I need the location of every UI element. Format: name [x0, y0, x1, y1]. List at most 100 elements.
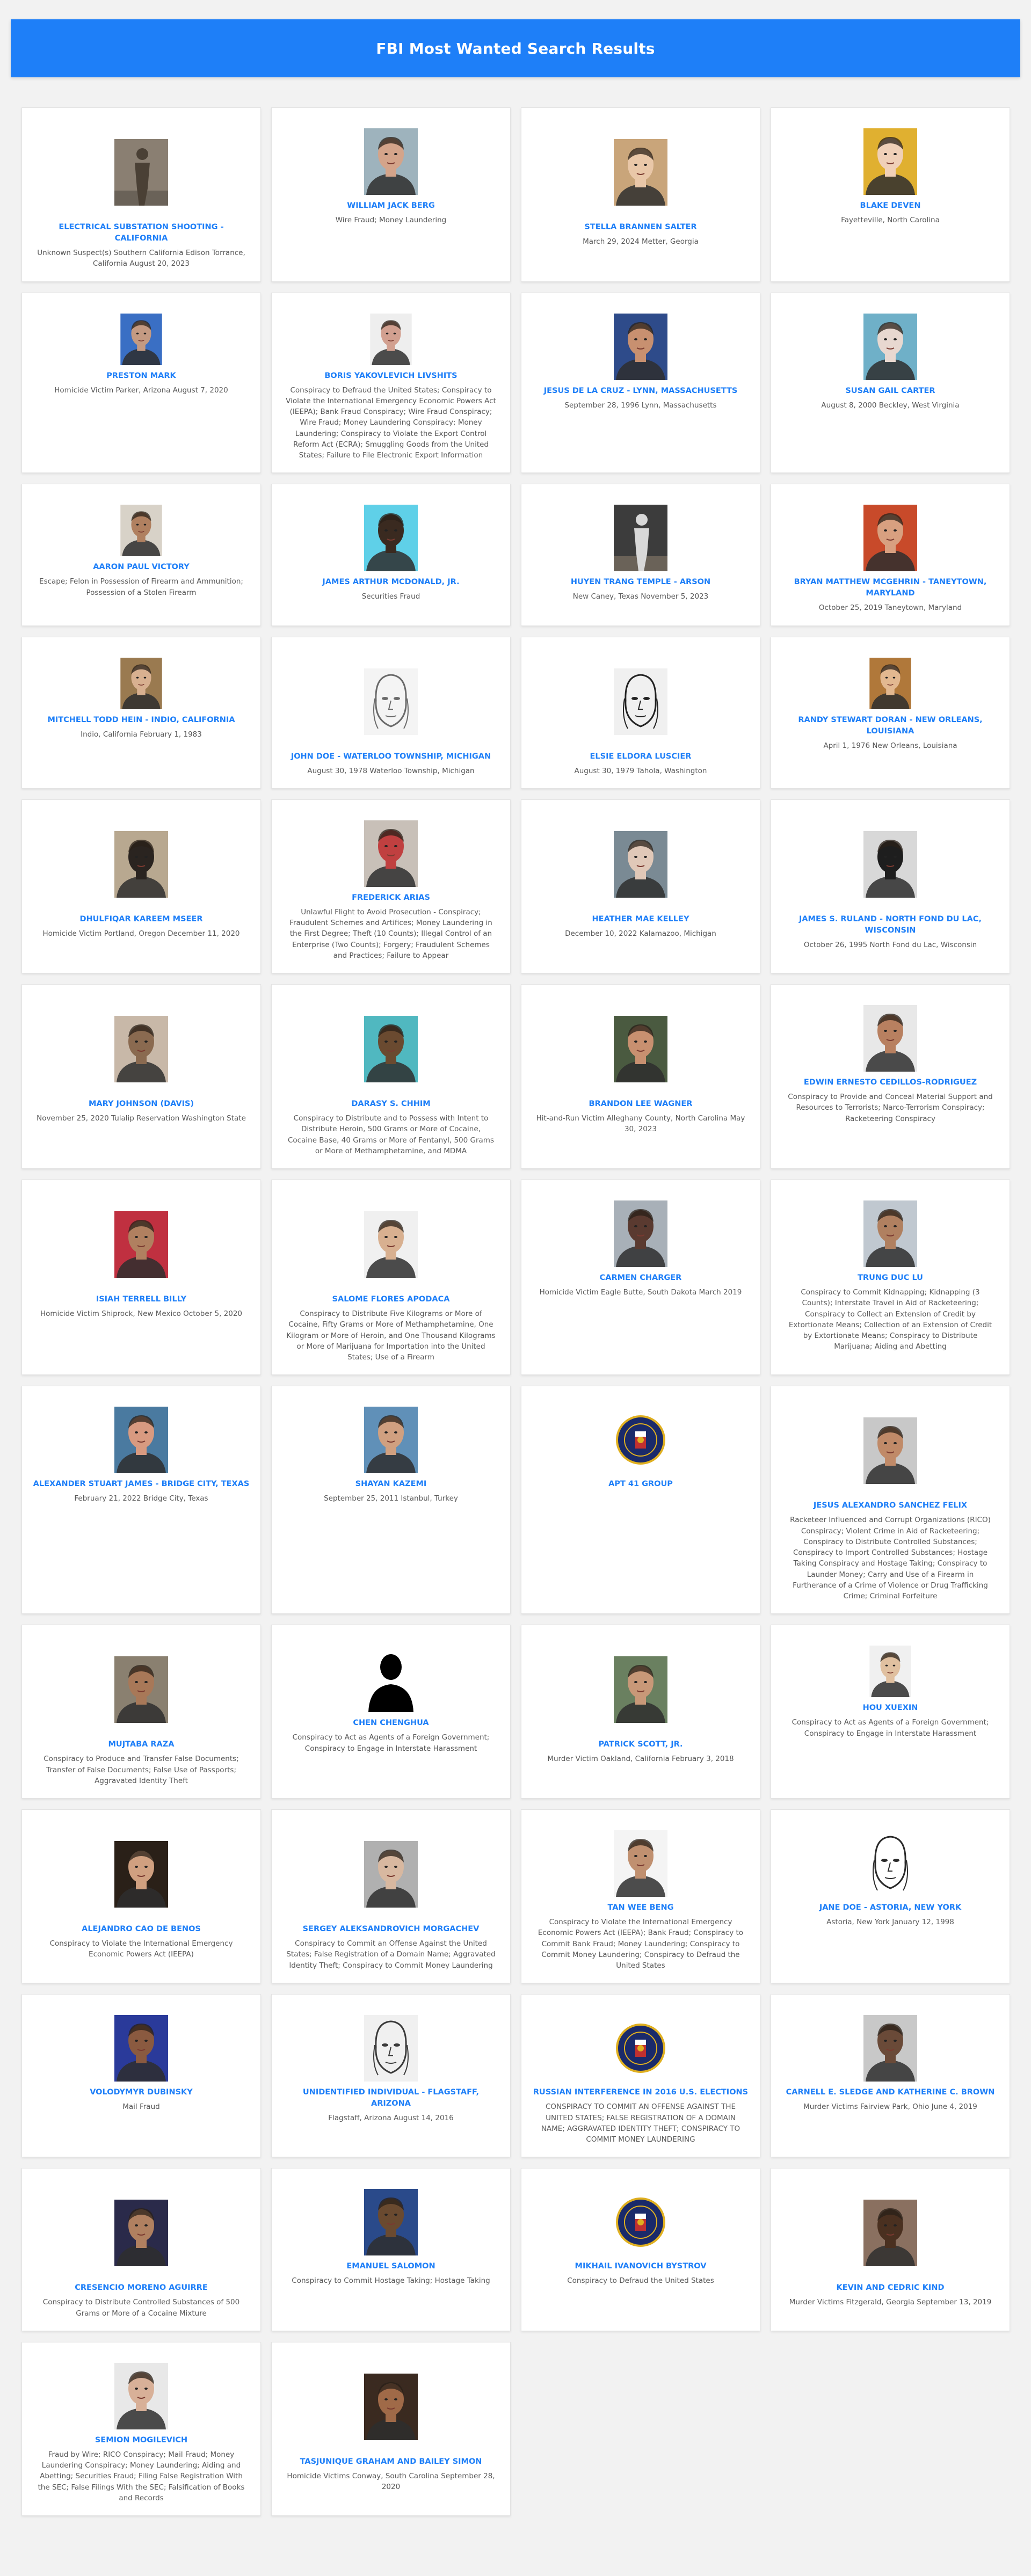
result-name-link[interactable]: DHULFIQAR KAREEM MSEER	[33, 914, 250, 925]
person-photo-icon[interactable]	[614, 1830, 667, 1897]
result-name-link[interactable]: VOLODYMYR DUBINSKY	[33, 2087, 250, 2098]
result-name-link[interactable]: BLAKE DEVEN	[782, 200, 999, 212]
person-photo-icon[interactable]	[364, 128, 418, 195]
result-name-link[interactable]: ISIAH TERRELL BILLY	[33, 1294, 250, 1305]
fbi-seal-icon[interactable]	[614, 1407, 667, 1473]
person-photo-icon[interactable]	[364, 1830, 418, 1918]
result-card[interactable]: MIKHAIL IVANOVICH BYSTROV Conspiracy to D…	[521, 2168, 760, 2331]
result-name-link[interactable]: ALEXANDER STUART JAMES - BRIDGE CITY, TE…	[33, 1479, 250, 1490]
person-photo-icon[interactable]	[364, 2189, 418, 2256]
result-card[interactable]: RUSSIAN INTERFERENCE IN 2016 U.S. ELECTI…	[521, 1994, 760, 2158]
person-photo-icon[interactable]	[364, 1407, 418, 1474]
result-name-link[interactable]: JESUS DE LA CRUZ - LYNN, MASSACHUSETTS	[532, 385, 749, 397]
person-photo-icon[interactable]	[114, 1200, 168, 1289]
result-name-link[interactable]: CARMEN CHARGER	[532, 1272, 749, 1284]
result-name-link[interactable]: CARNELL E. SLEDGE AND KATHERINE C. BROWN	[782, 2087, 999, 2098]
person-photo-icon[interactable]	[614, 128, 667, 216]
result-card[interactable]: SALOME FLORES APODACA Conspiracy to Distr…	[271, 1180, 511, 1376]
result-card[interactable]: JOHN DOE - WATERLOO TOWNSHIP, MICHIGAN Au…	[271, 636, 511, 789]
result-name-link[interactable]: BRYAN MATTHEW MCGEHRIN - TANEYTOWN, MARY…	[782, 577, 999, 599]
person-photo-icon[interactable]	[863, 2189, 917, 2277]
person-photo-icon[interactable]	[364, 505, 418, 572]
result-card[interactable]: KEVIN AND CEDRIC KIND Murder Victims Fitz…	[771, 2168, 1010, 2331]
result-name-link[interactable]: BRANDON LEE WAGNER	[532, 1098, 749, 1110]
result-name-link[interactable]: JANE DOE - ASTORIA, NEW YORK	[782, 1902, 999, 1913]
result-card[interactable]: ALEXANDER STUART JAMES - BRIDGE CITY, TE…	[21, 1386, 261, 1614]
result-card[interactable]: FREDERICK ARIAS Unlawful Flight to Avoid …	[271, 799, 511, 974]
person-photo-icon[interactable]	[863, 1200, 917, 1268]
result-name-link[interactable]: EDWIN ERNESTO CEDILLOS-RODRIGUEZ	[782, 1077, 999, 1088]
result-name-link[interactable]: EMANUEL SALOMON	[282, 2261, 499, 2272]
result-card[interactable]: EMANUEL SALOMON Conspiracy to Commit Host…	[271, 2168, 511, 2331]
person-photo-icon[interactable]	[114, 1407, 168, 1474]
person-photo-icon[interactable]	[364, 1200, 418, 1289]
result-card[interactable]: SHAYAN KAZEMI September 25, 2011 Istanbul…	[271, 1386, 511, 1614]
result-name-link[interactable]: TRUNG DUC LU	[782, 1272, 999, 1284]
result-card[interactable]: BORIS YAKOVLEVICH LIVSHITS Conspiracy to …	[271, 292, 511, 474]
result-name-link[interactable]: JAMES S. RULAND - NORTH FOND du LAC, WIS…	[782, 914, 999, 936]
result-name-link[interactable]: APT 41 GROUP	[532, 1479, 749, 1490]
result-card[interactable]: APT 41 GROUP	[521, 1386, 760, 1614]
result-name-link[interactable]: SHAYAN KAZEMI	[282, 1479, 499, 1490]
person-photo-icon[interactable]	[114, 1646, 168, 1734]
result-card[interactable]: TASJUNIQUE GRAHAM AND BAILEY SIMON Homici…	[271, 2341, 511, 2516]
result-name-link[interactable]: MITCHELL TODD HEIN - INDIO, CALIFORNIA	[33, 715, 250, 726]
result-name-link[interactable]: KEVIN AND CEDRIC KIND	[782, 2282, 999, 2294]
result-card[interactable]: DARASY S. CHHIM Conspiracy to Distribute …	[271, 984, 511, 1169]
result-name-link[interactable]: CHEN CHENGHUA	[282, 1718, 499, 1729]
result-name-link[interactable]: JESUS ALEXANDRO SANCHEZ FELIX	[782, 1500, 999, 1511]
person-photo-icon[interactable]	[364, 313, 418, 365]
surveillance-photo-icon[interactable]	[614, 505, 667, 572]
result-card[interactable]: CHEN CHENGHUA Conspiracy to Act as Agents…	[271, 1625, 511, 1799]
result-card[interactable]: ELSIE ELDORA LUSCIER August 30, 1979 Taho…	[521, 636, 760, 789]
person-photo-icon[interactable]	[863, 820, 917, 908]
result-card[interactable]: PRESTON MARK Homicide Victim Parker, Ariz…	[21, 292, 261, 474]
result-name-link[interactable]: UNIDENTIFIED INDIVIDUAL - FLAGSTAFF, ARI…	[282, 2087, 499, 2109]
sketch-photo-icon[interactable]	[364, 658, 418, 746]
result-name-link[interactable]: WILLIAM JACK BERG	[282, 200, 499, 212]
result-name-link[interactable]: FREDERICK ARIAS	[282, 892, 499, 904]
result-card[interactable]: JESUS ALEXANDRO SANCHEZ FELIX Racketeer I…	[771, 1386, 1010, 1614]
result-name-link[interactable]: DARASY S. CHHIM	[282, 1098, 499, 1110]
result-card[interactable]: ISIAH TERRELL BILLY Homicide Victim Shipr…	[21, 1180, 261, 1376]
person-photo-icon[interactable]	[114, 657, 168, 709]
sketch-photo-icon[interactable]	[863, 1830, 917, 1897]
result-card[interactable]: SEMION MOGILEVICH Fraud by Wire; RICO Con…	[21, 2341, 261, 2516]
sketch-photo-icon[interactable]	[364, 2015, 418, 2082]
person-photo-icon[interactable]	[114, 1830, 168, 1918]
result-name-link[interactable]: SEMION MOGILEVICH	[33, 2435, 250, 2446]
result-name-link[interactable]: PRESTON MARK	[33, 370, 250, 382]
person-photo-icon[interactable]	[863, 1005, 917, 1072]
result-card[interactable]: SUSAN GAIL CARTER August 8, 2000 Beckley,…	[771, 292, 1010, 474]
person-photo-icon[interactable]	[614, 820, 667, 908]
sketch-photo-icon[interactable]	[614, 658, 667, 746]
result-card[interactable]: AARON PAUL VICTORY Escape; Felon in Posse…	[21, 484, 261, 626]
silhouette-icon[interactable]	[364, 1646, 418, 1713]
result-card[interactable]: SERGEY ALEKSANDROVICH MORGACHEV Conspirac…	[271, 1809, 511, 1984]
result-name-link[interactable]: TAN WEE BENG	[532, 1902, 749, 1913]
result-name-link[interactable]: HUYEN TRANG TEMPLE - ARSON	[532, 577, 749, 588]
person-photo-icon[interactable]	[114, 2362, 168, 2429]
result-card[interactable]: RANDY STEWART DORAN - NEW ORLEANS, LOUIS…	[771, 636, 1010, 789]
result-name-link[interactable]: SALOME FLORES APODACA	[282, 1294, 499, 1305]
result-name-link[interactable]: AARON PAUL VICTORY	[33, 562, 250, 573]
result-card[interactable]: MARY JOHNSON (DAVIS) November 25, 2020 Tu…	[21, 984, 261, 1169]
fbi-seal-icon[interactable]	[614, 2189, 667, 2255]
person-photo-icon[interactable]	[863, 313, 917, 380]
result-card[interactable]: MITCHELL TODD HEIN - INDIO, CALIFORNIA In…	[21, 636, 261, 789]
person-photo-icon[interactable]	[614, 1200, 667, 1268]
result-card[interactable]: JAMES S. RULAND - NORTH FOND du LAC, WIS…	[771, 799, 1010, 974]
result-card[interactable]: JAMES ARTHUR MCDONALD, JR. Securities Fra…	[271, 484, 511, 626]
person-photo-icon[interactable]	[364, 2363, 418, 2451]
result-card[interactable]: BRYAN MATTHEW MCGEHRIN - TANEYTOWN, MARY…	[771, 484, 1010, 626]
result-name-link[interactable]: MIKHAIL IVANOVICH BYSTROV	[532, 2261, 749, 2272]
result-name-link[interactable]: STELLA BRANNEN SALTER	[532, 222, 749, 233]
result-name-link[interactable]: PATRICK SCOTT, JR.	[532, 1739, 749, 1750]
result-card[interactable]: EDWIN ERNESTO CEDILLOS-RODRIGUEZ Conspira…	[771, 984, 1010, 1169]
person-photo-icon[interactable]	[114, 2015, 168, 2082]
person-photo-icon[interactable]	[863, 128, 917, 195]
result-card[interactable]: HOU XUEXIN Conspiracy to Act as Agents of…	[771, 1625, 1010, 1799]
person-photo-icon[interactable]	[614, 1005, 667, 1093]
person-photo-icon[interactable]	[114, 2189, 168, 2277]
result-name-link[interactable]: JAMES ARTHUR MCDONALD, JR.	[282, 577, 499, 588]
